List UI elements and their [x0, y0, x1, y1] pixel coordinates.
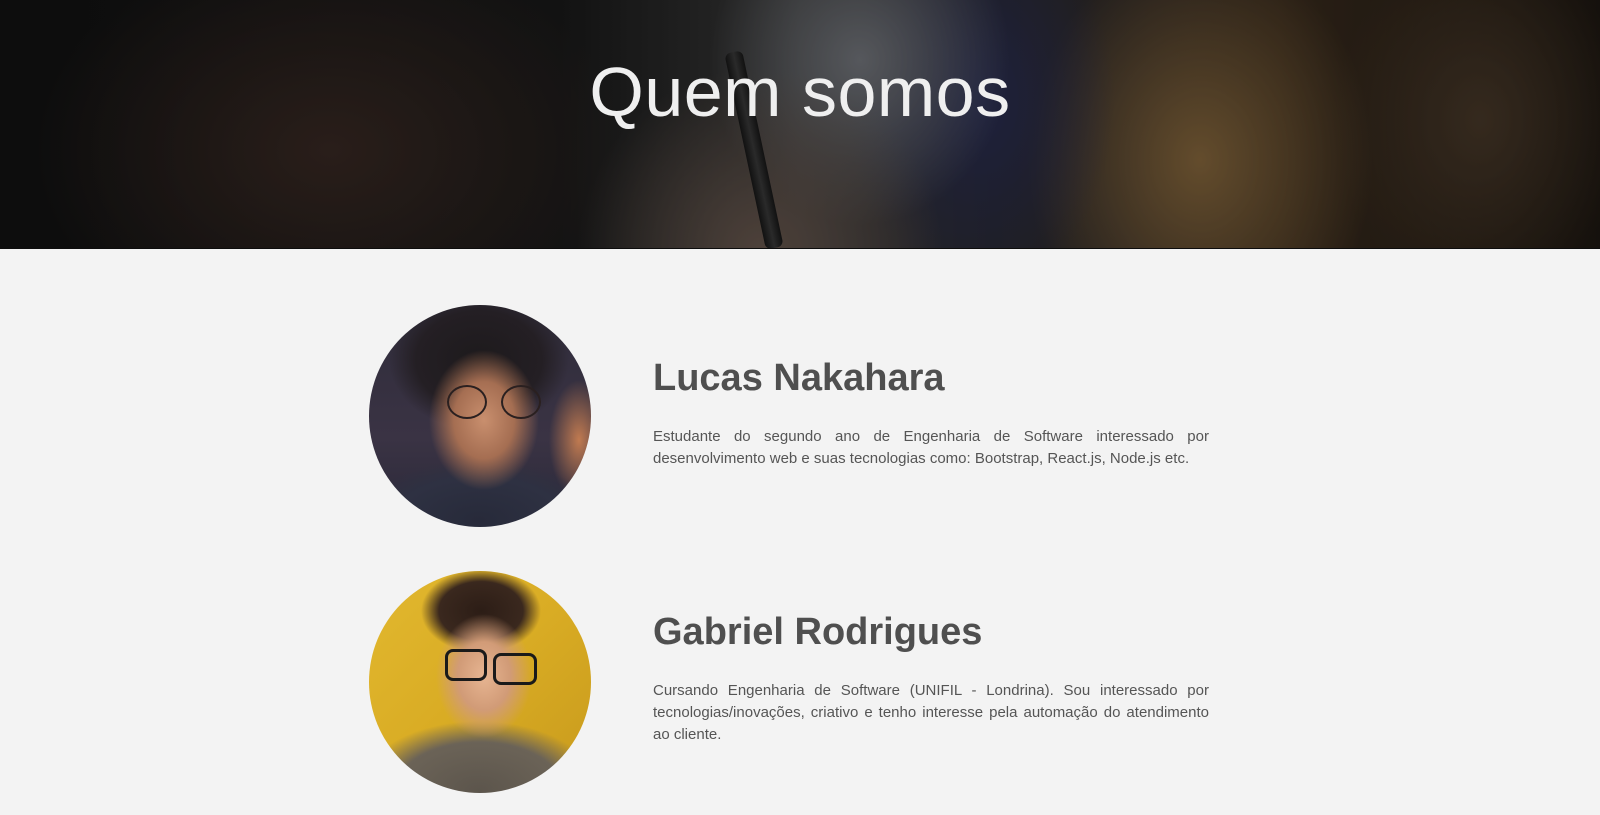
member-avatar-photo: [369, 305, 591, 527]
page-title: Quem somos: [589, 53, 1011, 131]
member-avatar-photo: [369, 571, 591, 793]
member-info: Lucas Nakahara Estudante do segundo ano …: [653, 357, 1209, 470]
glasses-shape: [493, 653, 537, 685]
member-name: Lucas Nakahara: [653, 357, 945, 399]
member-bio: Estudante do segundo ano de Engenharia d…: [653, 428, 1209, 467]
team-section: Lucas Nakahara Estudante do segundo ano …: [0, 249, 1600, 815]
member-info: Gabriel Rodrigues Cursando Engenharia de…: [653, 611, 1209, 746]
member-bio: Cursando Engenharia de Software (UNIFIL …: [653, 682, 1209, 743]
glasses-shape: [445, 649, 487, 681]
glasses-shape: [447, 385, 487, 419]
member-name: Gabriel Rodrigues: [653, 611, 983, 653]
hero-banner: Quem somos: [0, 0, 1600, 248]
glasses-shape: [501, 385, 541, 419]
